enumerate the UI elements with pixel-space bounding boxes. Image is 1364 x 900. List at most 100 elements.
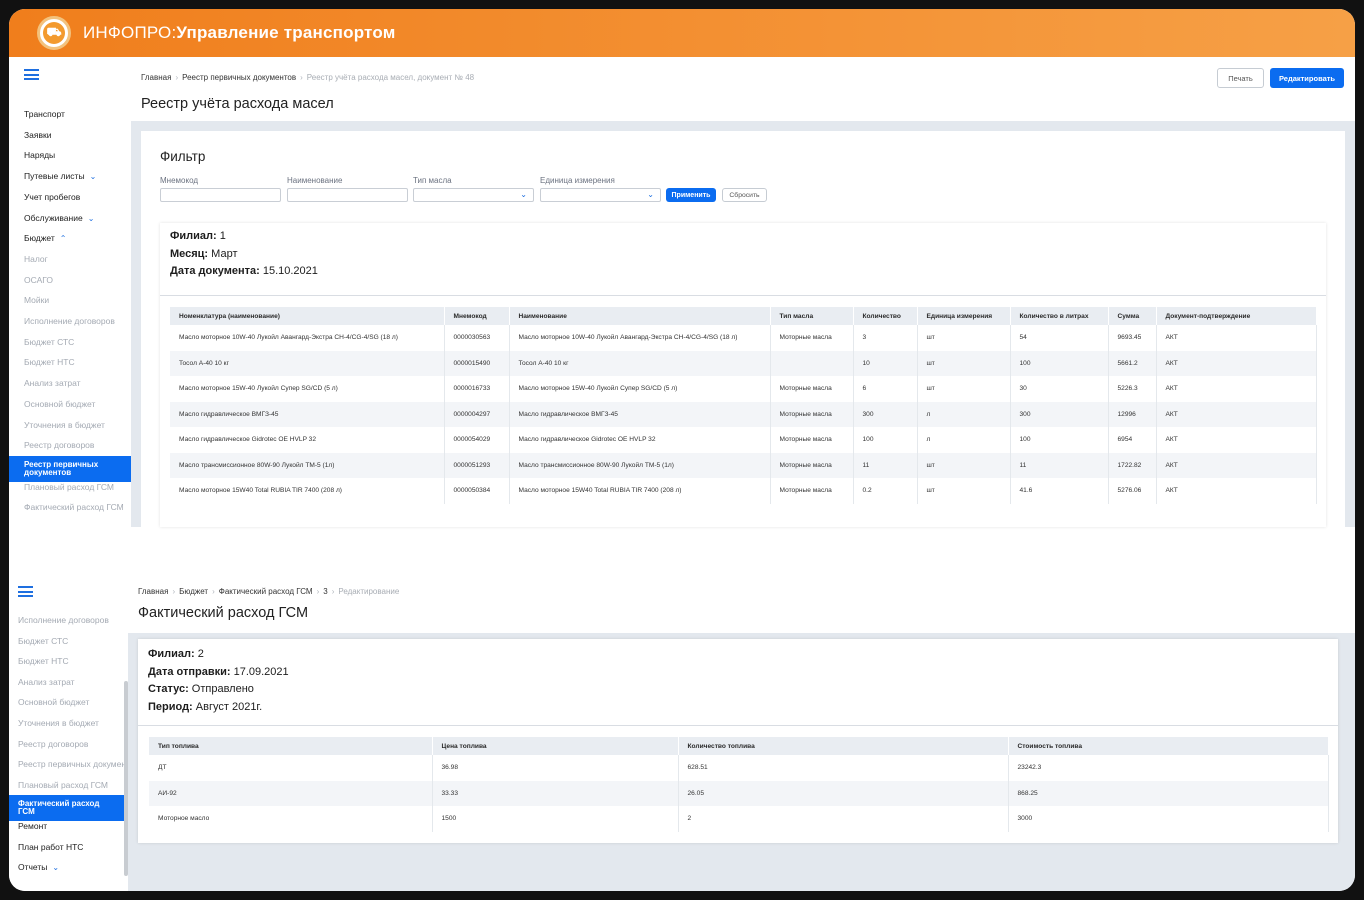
sidebar1-item[interactable]: Бюджет НТС bbox=[24, 357, 75, 367]
sidebar2-item[interactable]: Анализ затрат bbox=[18, 677, 75, 687]
column-header[interactable]: Цена топлива bbox=[432, 737, 679, 755]
sidebar2-item[interactable]: Основной бюджет bbox=[18, 697, 89, 707]
truck-logo-icon[interactable]: ⛟ bbox=[37, 16, 71, 50]
column-header[interactable]: Количество в литрах bbox=[1010, 307, 1109, 325]
table-cell: 0000051293 bbox=[444, 452, 510, 478]
table-row[interactable]: Масло гидравлическое Gidrotec OE HVLP 32… bbox=[170, 427, 1317, 453]
table-cell: 41.6 bbox=[1010, 478, 1109, 504]
app-brand: ИНФОПРО: bbox=[83, 23, 177, 42]
sidebar1-item[interactable]: Мойки bbox=[24, 295, 49, 305]
chevron-up-icon[interactable]: ⌃ bbox=[60, 234, 67, 243]
sidebar1-item[interactable]: Уточнения в бюджет bbox=[24, 420, 105, 430]
breadcrumb-item-actual-fuel[interactable]: Фактический расход ГСМ bbox=[219, 587, 313, 596]
info-line: Период: Август 2021г. bbox=[148, 701, 262, 713]
table-cell: АКТ bbox=[1156, 350, 1317, 376]
sidebar1-item[interactable]: Заявки bbox=[24, 130, 51, 140]
filter-input[interactable] bbox=[160, 188, 281, 202]
sidebar1-item[interactable]: Бюджет СТС bbox=[24, 337, 74, 347]
column-header[interactable]: Мнемокод bbox=[444, 307, 510, 325]
table-row[interactable]: Масло гидравлическое ВМГЗ-45 0000004297 Ма… bbox=[170, 401, 1317, 427]
column-header[interactable]: Документ-подтверждение bbox=[1156, 307, 1317, 325]
filter-input[interactable] bbox=[287, 188, 408, 202]
column-header[interactable]: Единица измерения bbox=[917, 307, 1011, 325]
table-cell: 0000054029 bbox=[444, 427, 510, 453]
sidebar1-item[interactable]: Транспорт bbox=[24, 109, 65, 119]
breadcrumb-2: Главная › Бюджет › Фактический расход ГСМ › 3 ›… bbox=[138, 587, 399, 596]
breadcrumb-item-id[interactable]: 3 bbox=[323, 587, 327, 596]
chevron-down-icon[interactable]: ⌄ bbox=[52, 863, 59, 872]
chevron-down-icon[interactable]: ⌄ bbox=[88, 214, 95, 223]
sidebar2-item[interactable]: План работ НТС bbox=[18, 842, 83, 852]
table-row[interactable]: ДТ 36.98 628.51 23242.3 bbox=[149, 755, 1329, 781]
column-header[interactable]: Сумма bbox=[1108, 307, 1157, 325]
column-header[interactable]: Тип топлива bbox=[149, 737, 433, 755]
table-cell: 9693.45 bbox=[1108, 325, 1157, 351]
sidebar2-item[interactable]: Отчеты ⌄ bbox=[18, 862, 59, 872]
menu-icon[interactable] bbox=[18, 586, 33, 597]
column-header[interactable]: Количество топлива bbox=[678, 737, 1009, 755]
table-row[interactable]: Моторное масло 1500 2 3000 bbox=[149, 806, 1329, 832]
print-button[interactable]: Печать bbox=[1217, 68, 1264, 88]
sidebar1-item[interactable]: Реестр договоров bbox=[24, 440, 94, 450]
column-header[interactable]: Стоимость топлива bbox=[1008, 737, 1329, 755]
sidebar2-item[interactable]: Плановый расход ГСМ bbox=[18, 780, 108, 790]
column-header[interactable]: Наименование bbox=[509, 307, 771, 325]
column-header[interactable]: Номенклатура (наименование) bbox=[170, 307, 445, 325]
reset-filter-button[interactable]: Сбросить bbox=[722, 188, 767, 202]
table-row[interactable]: Масло моторное 15W40 Total RUBIA TIR 740… bbox=[170, 478, 1317, 504]
breadcrumb-item-home[interactable]: Главная bbox=[138, 587, 168, 596]
table-row[interactable]: Масло трансмиссионное 80W-90 Лукойл ТМ-5… bbox=[170, 452, 1317, 478]
sidebar1-item[interactable]: Исполнение договоров bbox=[24, 316, 115, 326]
breadcrumb-item-home[interactable]: Главная bbox=[141, 73, 171, 82]
sidebar1-item[interactable]: Основной бюджет bbox=[24, 399, 95, 409]
sidebar1-item[interactable]: Обслуживание ⌄ bbox=[24, 213, 94, 223]
sidebar2-item[interactable]: Реестр договоров bbox=[18, 739, 88, 749]
table-cell: 33.33 bbox=[432, 780, 679, 806]
filter-select[interactable]: ⌄ bbox=[413, 188, 534, 202]
sidebar1-item[interactable]: Плановый расход ГСМ bbox=[24, 482, 114, 492]
chevron-down-icon[interactable]: ⌄ bbox=[90, 172, 97, 181]
sidebar2-item[interactable]: Реестр первичных документов bbox=[18, 759, 139, 769]
table-cell: ДТ bbox=[149, 755, 433, 781]
table-cell: 0000030563 bbox=[444, 325, 510, 351]
sidebar1-item[interactable]: Налог bbox=[24, 254, 48, 264]
menu-icon[interactable] bbox=[24, 69, 39, 80]
sidebar-item-label: Заявки bbox=[24, 129, 52, 140]
column-header[interactable]: Тип масла bbox=[770, 307, 854, 325]
sidebar1-item[interactable]: Анализ затрат bbox=[24, 378, 81, 388]
sidebar1-item[interactable]: Реестр первичных документов bbox=[9, 455, 131, 482]
sidebar2-item[interactable]: Ремонт bbox=[18, 821, 47, 831]
sidebar2-item[interactable]: Исполнение договоров bbox=[18, 615, 109, 625]
table-row[interactable]: Масло моторное 10W-40 Лукойл Авангард-Эк… bbox=[170, 325, 1317, 351]
sidebar1-item[interactable]: ОСАГО bbox=[24, 275, 53, 285]
breadcrumb-current: Редактирование bbox=[338, 587, 400, 596]
sidebar1-item[interactable]: Наряды bbox=[24, 150, 55, 160]
app-header: ⛟ ИНФОПРО:Управление транспортом bbox=[9, 9, 1355, 57]
sidebar1-item[interactable]: Бюджет ⌃ bbox=[24, 233, 66, 243]
sidebar-item-label: Бюджет НТС bbox=[24, 357, 75, 368]
sidebar1-item[interactable]: Учет пробегов bbox=[24, 192, 80, 202]
sidebar-item-label: Анализ затрат bbox=[24, 378, 81, 389]
breadcrumb-item-budget[interactable]: Бюджет bbox=[179, 587, 208, 596]
table-cell: Моторные масла bbox=[770, 401, 854, 427]
info-label: Филиал: bbox=[170, 230, 217, 242]
table-cell: 6954 bbox=[1108, 427, 1157, 453]
sidebar1-item[interactable]: Фактический расход ГСМ bbox=[24, 502, 124, 512]
filter-select[interactable]: ⌄ bbox=[540, 188, 661, 202]
breadcrumb-item-registry[interactable]: Реестр первичных документов bbox=[182, 73, 296, 82]
column-header[interactable]: Количество bbox=[853, 307, 918, 325]
sidebar2-item[interactable]: Фактический расход ГСМ bbox=[9, 795, 127, 822]
sidebar2-item[interactable]: Бюджет НТС bbox=[18, 656, 69, 666]
edit-button[interactable]: Редактировать bbox=[1270, 68, 1344, 88]
table-row[interactable]: Тосол А-40 10 кг 0000015490 Тосол А-40 10 … bbox=[170, 350, 1317, 376]
apply-filter-button[interactable]: Применить bbox=[666, 188, 716, 202]
breadcrumb-separator: › bbox=[175, 73, 179, 82]
table-row[interactable]: Масло моторное 15W-40 Лукойл Супер SG/CD… bbox=[170, 376, 1317, 402]
info-label: Дата документа: bbox=[170, 265, 260, 277]
table-cell: Тосол А-40 10 кг bbox=[509, 350, 771, 376]
table-cell: шт bbox=[917, 325, 1011, 351]
sidebar2-item[interactable]: Бюджет СТС bbox=[18, 636, 68, 646]
sidebar2-item[interactable]: Уточнения в бюджет bbox=[18, 718, 99, 728]
table-row[interactable]: АИ-92 33.33 26.05 868.25 bbox=[149, 780, 1329, 806]
sidebar1-item[interactable]: Путевые листы ⌄ bbox=[24, 171, 96, 181]
